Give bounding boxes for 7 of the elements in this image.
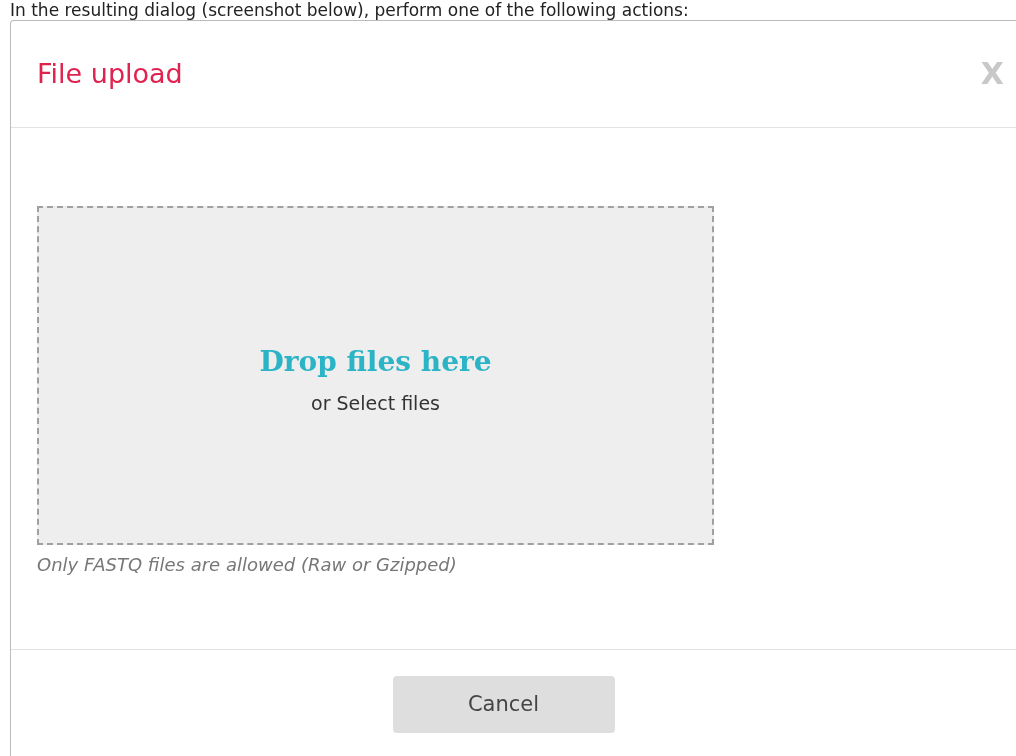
select-files-text: or Select files [311, 391, 440, 417]
drop-zone[interactable]: Drop files here or Select files [37, 206, 714, 545]
cancel-button[interactable]: Cancel [392, 676, 615, 733]
intro-text: In the resulting dialog (screenshot below), perform one of the following actions: [10, 0, 689, 20]
drop-heading: Drop files here [259, 344, 492, 381]
hint-text: Only FASTQ files are allowed (Raw or Gzipped) [37, 553, 458, 577]
dialog-title: File upload [37, 56, 183, 91]
